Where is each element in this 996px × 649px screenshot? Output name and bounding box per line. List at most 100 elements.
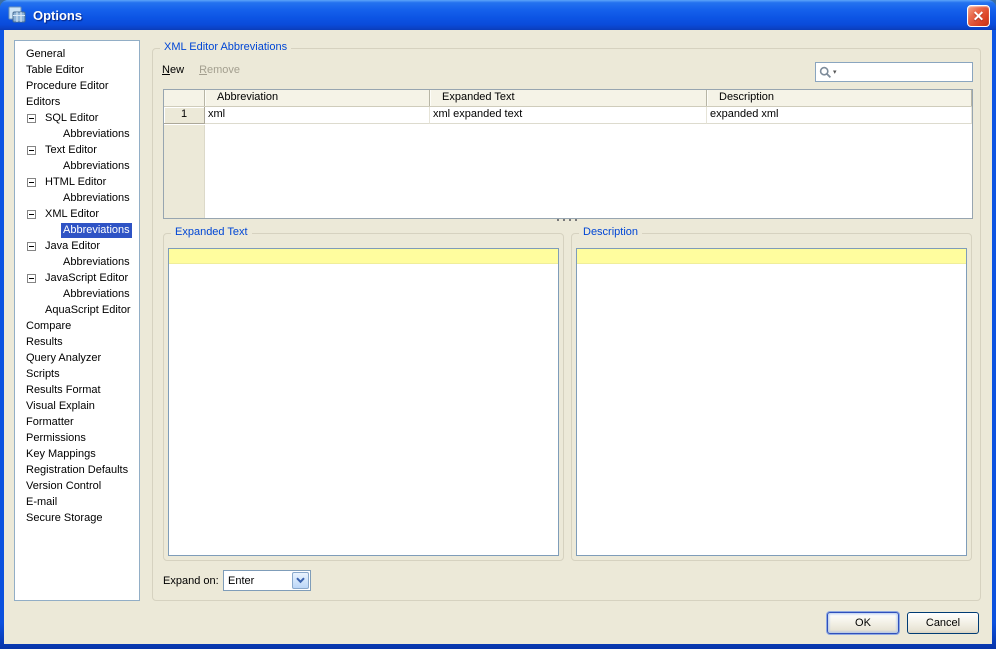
sidebar-item-label: Visual Explain	[26, 399, 95, 412]
sidebar-item-xml-editor[interactable]: XML Editor	[15, 206, 139, 222]
sidebar-item-sql-editor[interactable]: SQL Editor	[15, 110, 139, 126]
abbreviations-table[interactable]: Abbreviation Expanded Text Description 1 xm…	[163, 89, 973, 219]
sidebar-item-label: Secure Storage	[26, 511, 103, 524]
sidebar-item-scripts[interactable]: Scripts	[15, 366, 139, 382]
sidebar-item-label: HTML Editor	[45, 175, 107, 188]
chevron-down-icon	[296, 577, 305, 584]
splitter-handle[interactable]	[153, 215, 980, 225]
search-input[interactable]	[838, 64, 972, 80]
sidebar-item-label: Scripts	[26, 367, 60, 380]
table-row[interactable]: 1 xml xml expanded text expanded xml	[164, 107, 972, 124]
sidebar-item-permissions[interactable]: Permissions	[15, 430, 139, 446]
sidebar-item-registration-defaults[interactable]: Registration Defaults	[15, 462, 139, 478]
sidebar-item-java-editor[interactable]: Java Editor	[15, 238, 139, 254]
sidebar-item-version-control[interactable]: Version Control	[15, 478, 139, 494]
remove-button[interactable]: Remove	[199, 64, 240, 76]
sidebar-item-label: E-mail	[26, 495, 58, 508]
sidebar-item-aquascript-editor[interactable]: AquaScript Editor	[15, 302, 139, 318]
collapse-toggle-icon[interactable]	[27, 145, 36, 155]
abbreviations-toolbar: New Remove	[162, 64, 252, 76]
table-header[interactable]: Abbreviation Expanded Text Description	[164, 90, 972, 107]
sidebar-item-label: Text Editor	[45, 143, 97, 156]
cell-expanded-text[interactable]: xml expanded text	[430, 107, 707, 124]
sidebar-item-compare[interactable]: Compare	[15, 318, 139, 334]
cell-abbreviation[interactable]: xml	[205, 107, 430, 124]
description-group: Description	[571, 226, 972, 561]
column-header-description[interactable]: Description	[707, 90, 972, 106]
sidebar-item-label: Abbreviations	[63, 287, 130, 300]
sidebar-item-table-editor[interactable]: Table Editor	[15, 62, 139, 78]
sidebar-item-html-editor-abbreviations[interactable]: Abbreviations	[15, 190, 139, 206]
close-icon: ✕	[972, 8, 985, 24]
sidebar-item-label: Compare	[26, 319, 72, 332]
sidebar-item-key-mappings[interactable]: Key Mappings	[15, 446, 139, 462]
new-button[interactable]: New	[162, 64, 184, 76]
collapse-toggle-icon[interactable]	[27, 209, 36, 219]
expand-on-combobox[interactable]: Enter	[223, 570, 311, 591]
sidebar-item-formatter[interactable]: Formatter	[15, 414, 139, 430]
search-box[interactable]: ▾	[815, 62, 973, 82]
collapse-toggle-icon[interactable]	[27, 113, 36, 123]
sidebar-item-sql-editor-abbreviations[interactable]: Abbreviations	[15, 126, 139, 142]
expanded-text-group: Expanded Text	[163, 226, 564, 561]
sidebar-item-javascript-editor[interactable]: JavaScript Editor	[15, 270, 139, 286]
sidebar-item-editors[interactable]: Editors	[15, 94, 139, 110]
combobox-dropdown-button[interactable]	[292, 572, 309, 589]
cell-description[interactable]: expanded xml	[707, 107, 972, 124]
column-header-expanded-text[interactable]: Expanded Text	[430, 90, 707, 106]
sidebar-item-results[interactable]: Results	[15, 334, 139, 350]
ok-button[interactable]: OK	[827, 612, 899, 634]
row-number-cell[interactable]: 1	[164, 107, 205, 124]
sidebar-item-label: Key Mappings	[26, 447, 96, 460]
group-title: XML Editor Abbreviations	[160, 41, 292, 53]
sidebar-item-label: JavaScript Editor	[45, 271, 129, 284]
sidebar-item-label: Formatter	[26, 415, 74, 428]
sidebar-item-procedure-editor[interactable]: Procedure Editor	[15, 78, 139, 94]
sidebar-item-label: AquaScript Editor	[45, 303, 131, 316]
sidebar-item-label: General	[26, 47, 66, 60]
sidebar-item-label: Registration Defaults	[26, 463, 129, 476]
row-gutter	[164, 125, 205, 218]
close-button[interactable]: ✕	[967, 5, 990, 27]
app-icon	[7, 6, 27, 24]
expand-on-value: Enter	[228, 574, 255, 587]
sidebar-item-label: Abbreviations	[63, 191, 130, 204]
titlebar[interactable]: Options ✕	[0, 0, 996, 30]
sidebar-item-java-editor-abbreviations[interactable]: Abbreviations	[15, 254, 139, 270]
magnifier-icon[interactable]: ▾	[816, 66, 839, 79]
column-header-row-number[interactable]	[164, 90, 205, 106]
sidebar-item-label: Procedure Editor	[26, 79, 109, 92]
sidebar-item-query-analyzer[interactable]: Query Analyzer	[15, 350, 139, 366]
expanded-text-editor[interactable]	[168, 248, 559, 556]
window-title: Options	[33, 7, 83, 23]
sidebar-item-secure-storage[interactable]: Secure Storage	[15, 510, 139, 526]
options-window: Options ✕ General Table Editor Procedure E…	[0, 0, 996, 649]
sidebar-item-text-editor-abbreviations[interactable]: Abbreviations	[15, 158, 139, 174]
description-group-title: Description	[579, 226, 643, 238]
sidebar-item-text-editor[interactable]: Text Editor	[15, 142, 139, 158]
search-filter-caret-icon[interactable]: ▾	[833, 68, 837, 76]
sidebar-item-e-mail[interactable]: E-mail	[15, 494, 139, 510]
sidebar-item-javascript-editor-abbreviations[interactable]: Abbreviations	[15, 286, 139, 302]
expanded-text-group-title: Expanded Text	[171, 226, 252, 238]
options-tree: General Table Editor Procedure Editor Edito…	[14, 40, 140, 601]
sidebar-item-visual-explain[interactable]: Visual Explain	[15, 398, 139, 414]
collapse-toggle-icon[interactable]	[27, 273, 36, 283]
sidebar-item-label: Abbreviations	[61, 222, 132, 238]
dialog-client-area: General Table Editor Procedure Editor Edito…	[4, 30, 992, 644]
sidebar-item-results-format[interactable]: Results Format	[15, 382, 139, 398]
sidebar-item-general[interactable]: General	[15, 46, 139, 62]
sidebar-item-html-editor[interactable]: HTML Editor	[15, 174, 139, 190]
sidebar-item-label: Results	[26, 335, 63, 348]
sidebar-item-label: Abbreviations	[63, 159, 130, 172]
cancel-button[interactable]: Cancel	[907, 612, 979, 634]
current-line-highlight	[577, 249, 966, 264]
collapse-toggle-icon[interactable]	[27, 241, 36, 251]
sidebar-item-xml-editor-abbreviations[interactable]: Abbreviations	[15, 222, 139, 238]
sidebar-item-label: Abbreviations	[63, 255, 130, 268]
description-editor[interactable]	[576, 248, 967, 556]
sidebar-item-label: SQL Editor	[45, 111, 99, 124]
column-header-abbreviation[interactable]: Abbreviation	[205, 90, 430, 106]
collapse-toggle-icon[interactable]	[27, 177, 36, 187]
sidebar-item-label: Version Control	[26, 479, 102, 492]
